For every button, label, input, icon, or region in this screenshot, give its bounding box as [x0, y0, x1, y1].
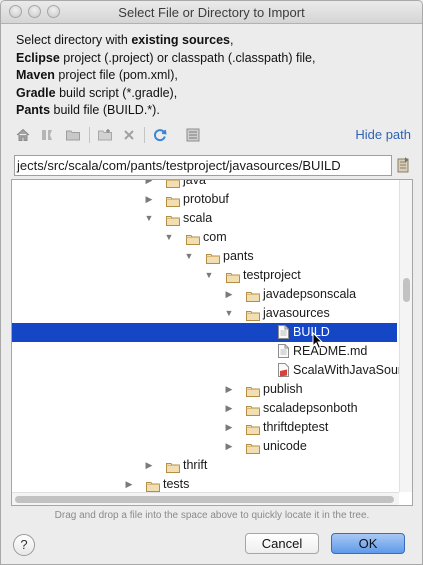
desc-text: build script (*.gradle),: [55, 85, 178, 100]
tree-item-label: unicode: [263, 439, 307, 453]
folder-icon: [166, 460, 180, 473]
collapsed-arrow-icon[interactable]: ▶: [144, 456, 154, 475]
tree-folder-row[interactable]: ▶ thriftdeptest: [12, 418, 398, 437]
refresh-icon[interactable]: [152, 127, 168, 143]
tree-folder-row[interactable]: ▼ javasources: [12, 304, 398, 323]
tree-folder-row[interactable]: ▶ publish: [12, 380, 398, 399]
expanded-arrow-icon[interactable]: ▼: [204, 266, 214, 285]
folder-icon: [246, 422, 260, 435]
file-icon: [278, 325, 289, 339]
folder-icon: [226, 270, 240, 283]
tree-folder-row[interactable]: ▼ com: [12, 228, 398, 247]
tree-item-label: com: [203, 230, 227, 244]
desc-bold: Maven: [16, 68, 55, 82]
tree-item-label: testproject: [243, 268, 301, 282]
desc-bold: Gradle: [16, 85, 56, 100]
tree-item-label: ScalaWithJavaSource: [293, 363, 413, 377]
folder-icon: [246, 289, 260, 302]
desc-bold: Eclipse: [16, 50, 60, 65]
tree-item-label: scaladepsonboth: [263, 401, 358, 415]
scala-file-icon: [278, 363, 289, 377]
tree-item-label: README.md: [293, 344, 368, 358]
folder-icon: [206, 251, 220, 264]
tree-item-label: javadepsonscala: [263, 287, 357, 301]
tree-folder-row[interactable]: ▶ scaladepsonboth: [12, 399, 398, 418]
folder-icon: [166, 180, 180, 188]
tree-folder-row[interactable]: ▶ javadepsonscala: [12, 285, 398, 304]
desc-text: project (.project) or classpath (.classp…: [59, 50, 316, 65]
folder-icon: [166, 194, 180, 207]
scroll-thumb[interactable]: [403, 278, 410, 302]
collapsed-arrow-icon[interactable]: ▶: [224, 418, 234, 437]
module-icon[interactable]: [65, 127, 81, 143]
tree-file-row[interactable]: README.md: [12, 342, 398, 361]
ok-button[interactable]: OK: [331, 533, 405, 554]
collapsed-arrow-icon[interactable]: ▶: [224, 380, 234, 399]
desc-text: build file (BUILD.*).: [50, 103, 160, 117]
project-icon[interactable]: [39, 127, 55, 143]
browse-history-icon[interactable]: [396, 156, 410, 174]
toolbar-separator: [144, 127, 145, 143]
drag-drop-hint: Drag and drop a file into the space abov…: [54, 510, 370, 521]
desc-bold: existing sources: [131, 33, 230, 47]
collapsed-arrow-icon[interactable]: ▶: [144, 190, 154, 209]
collapsed-arrow-icon[interactable]: ▶: [224, 285, 234, 304]
desc-text: ,: [229, 33, 234, 47]
collapsed-arrow-icon[interactable]: ▶: [224, 399, 234, 418]
folder-icon: [166, 213, 180, 226]
tree-item-label: javasources: [263, 306, 330, 320]
home-icon[interactable]: [15, 127, 31, 143]
folder-icon: [246, 384, 260, 397]
tree-item-label: protobuf: [183, 192, 229, 206]
window-title: Select File or Directory to Import: [118, 5, 305, 20]
tree-item-label: thriftdeptest: [263, 420, 329, 434]
expanded-arrow-icon[interactable]: ▼: [224, 304, 234, 323]
tree-folder-row[interactable]: ▶ thrift: [12, 456, 398, 475]
desc-text: Select directory with: [16, 33, 132, 47]
expanded-arrow-icon[interactable]: ▼: [184, 247, 194, 266]
tree-item-label: scala: [183, 211, 213, 225]
hide-path-link[interactable]: Hide path: [355, 127, 411, 142]
desc-bold: Pants: [16, 103, 51, 117]
folder-icon: [146, 479, 160, 492]
tree-folder-row[interactable]: ▶ protobuf: [12, 190, 398, 209]
folder-icon: [246, 308, 260, 321]
help-button[interactable]: ?: [13, 534, 35, 556]
desc-text: project file (pom.xml),: [54, 68, 178, 82]
file-tree[interactable]: ▶ java ▶ protobuf ▼ scala ▼ com ▼ pants ▼ testproje…: [11, 179, 413, 506]
tree-file-row[interactable]: ScalaWithJavaSource: [12, 361, 412, 380]
collapsed-arrow-icon[interactable]: ▶: [224, 437, 234, 456]
folder-icon: [186, 232, 200, 245]
vertical-scrollbar[interactable]: [399, 180, 412, 492]
tree-file-row[interactable]: BUILD: [12, 323, 397, 342]
file-icon: [278, 344, 289, 358]
folder-icon: [246, 403, 260, 416]
cancel-button[interactable]: Cancel: [245, 533, 319, 554]
toolbar-separator: [89, 127, 90, 143]
folder-icon: [246, 441, 260, 454]
expanded-arrow-icon[interactable]: ▼: [144, 209, 154, 228]
scroll-thumb[interactable]: [15, 496, 394, 503]
tree-folder-row[interactable]: ▶ unicode: [12, 437, 398, 456]
path-input[interactable]: jects/src/scala/com/pants/testproject/ja…: [14, 155, 392, 176]
import-dialog: Select File or Directory to Import Selec…: [0, 0, 423, 565]
tree-folder-row[interactable]: ▼ scala: [12, 209, 398, 228]
show-hidden-icon[interactable]: [185, 127, 201, 143]
new-folder-icon[interactable]: [97, 127, 113, 143]
horizontal-scrollbar[interactable]: [12, 492, 399, 505]
delete-icon[interactable]: [121, 127, 137, 143]
tree-item-label: java: [183, 179, 206, 187]
tree-item-label: pants: [223, 249, 254, 263]
expanded-arrow-icon[interactable]: ▼: [164, 228, 174, 247]
tree-item-label: publish: [263, 382, 303, 396]
mouse-pointer-icon: [312, 332, 324, 350]
collapsed-arrow-icon[interactable]: ▶: [144, 180, 154, 190]
tree-folder-row[interactable]: ▼ testproject: [12, 266, 398, 285]
tree-toolbar: Hide path: [11, 125, 413, 147]
tree-item-label: thrift: [183, 458, 208, 472]
dialog-description: Select directory with existing sources, …: [16, 32, 411, 120]
tree-folder-row[interactable]: ▶ java: [12, 179, 398, 190]
title-bar: Select File or Directory to Import: [1, 1, 422, 24]
tree-folder-row[interactable]: ▼ pants: [12, 247, 398, 266]
